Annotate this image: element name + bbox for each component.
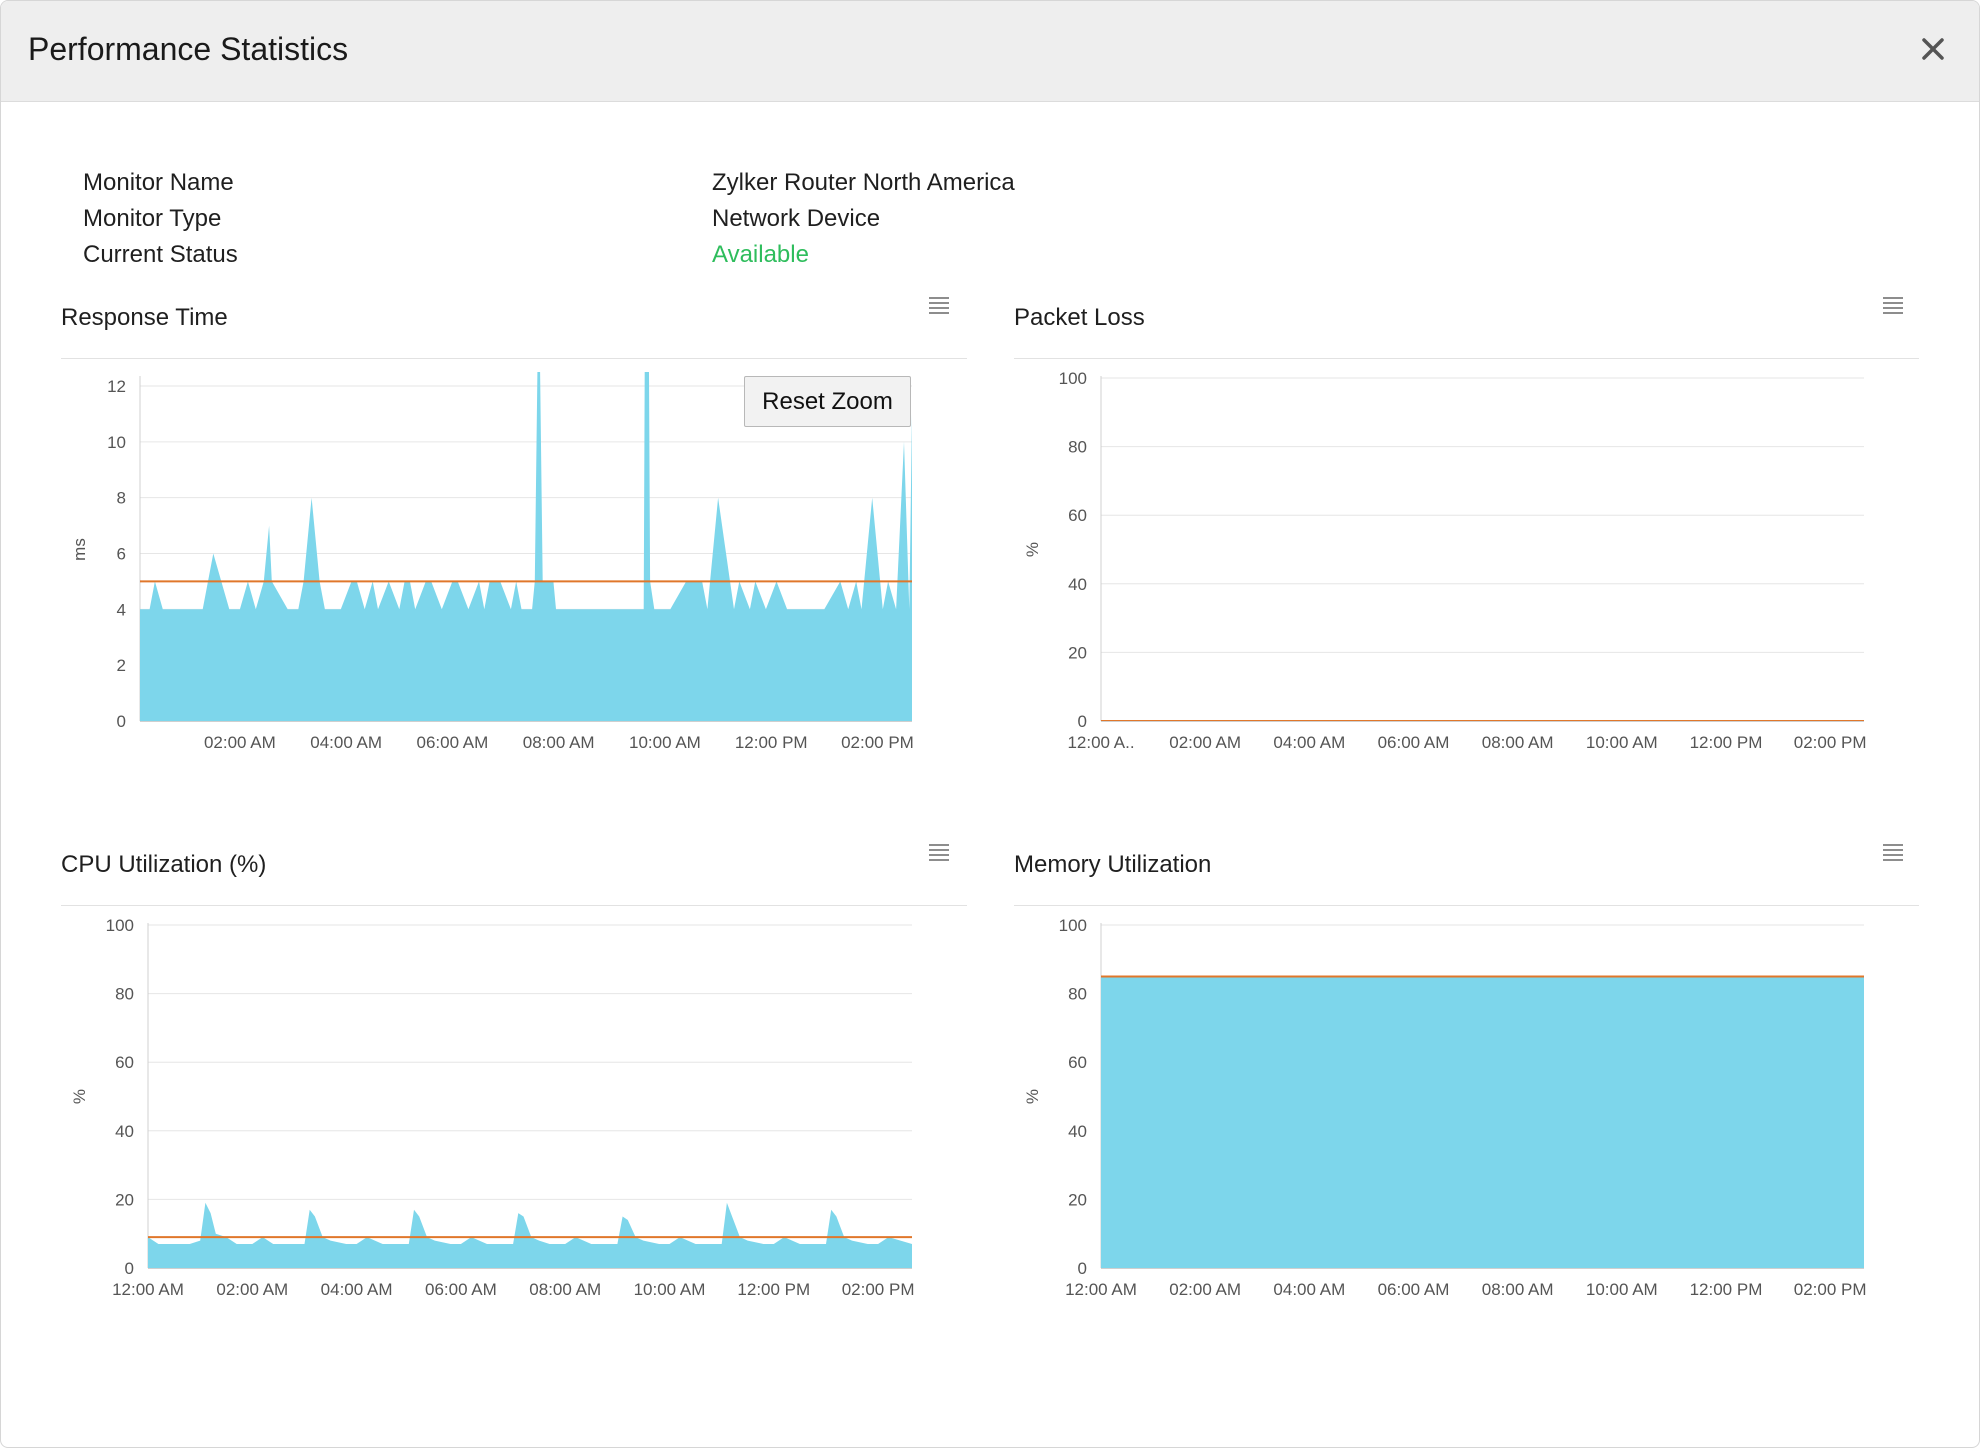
y-axis-label: ms [70, 538, 89, 561]
x-tick-label: 10:00 AM [629, 733, 701, 752]
y-tick-label: 2 [117, 656, 126, 675]
y-tick-label: 100 [106, 916, 134, 935]
y-tick-label: 10 [107, 433, 126, 452]
y-tick-label: 4 [117, 600, 126, 619]
x-tick-label: 02:00 PM [841, 733, 914, 752]
x-tick-label: 06:00 AM [425, 1280, 497, 1299]
y-tick-label: 100 [1059, 369, 1087, 388]
x-tick-label: 06:00 AM [416, 733, 488, 752]
x-tick-label: 12:00 AM [1065, 1280, 1137, 1299]
x-tick-label: 02:00 AM [1169, 1280, 1241, 1299]
x-tick-label: 12:00 AM [112, 1280, 184, 1299]
series-area [1101, 976, 1864, 1268]
y-tick-label: 60 [1068, 506, 1087, 525]
x-tick-label: 02:00 AM [204, 733, 276, 752]
y-tick-label: 6 [117, 545, 126, 564]
y-tick-label: 0 [117, 712, 126, 731]
y-tick-label: 0 [1078, 1259, 1087, 1278]
x-tick-label: 02:00 PM [1794, 1280, 1867, 1299]
y-tick-label: 20 [115, 1190, 134, 1209]
x-tick-label: 04:00 AM [1273, 733, 1345, 752]
x-tick-label: 08:00 AM [529, 1280, 601, 1299]
x-tick-label: 08:00 AM [1482, 733, 1554, 752]
y-axis-label: % [1023, 542, 1042, 557]
x-tick-label: 04:00 AM [1273, 1280, 1345, 1299]
y-tick-label: 100 [1059, 916, 1087, 935]
y-tick-label: 60 [115, 1053, 134, 1072]
x-tick-label: 10:00 AM [634, 1280, 706, 1299]
y-tick-label: 0 [125, 1259, 134, 1278]
y-axis-label: % [70, 1089, 89, 1104]
x-tick-label: 06:00 AM [1378, 1280, 1450, 1299]
series-area [148, 1202, 912, 1268]
x-tick-label: 12:00 PM [1690, 733, 1763, 752]
x-tick-label: 12:00 PM [1690, 1280, 1763, 1299]
y-tick-label: 12 [107, 377, 126, 396]
x-tick-label: 04:00 AM [310, 733, 382, 752]
x-tick-label: 02:00 AM [216, 1280, 288, 1299]
x-tick-label: 10:00 AM [1586, 733, 1658, 752]
x-tick-label: 06:00 AM [1378, 733, 1450, 752]
x-tick-label: 02:00 PM [1794, 733, 1867, 752]
y-tick-label: 20 [1068, 643, 1087, 662]
y-tick-label: 8 [117, 489, 126, 508]
y-tick-label: 40 [115, 1122, 134, 1141]
y-tick-label: 80 [115, 985, 134, 1004]
x-tick-label: 02:00 PM [842, 1280, 915, 1299]
performance-statistics-dialog: Performance Statistics Monitor Name Zylk… [0, 0, 1980, 1448]
x-tick-label: 12:00 PM [735, 733, 808, 752]
y-tick-label: 80 [1068, 985, 1087, 1004]
y-tick-label: 0 [1078, 712, 1087, 731]
x-tick-label: 08:00 AM [1482, 1280, 1554, 1299]
reset-zoom-button[interactable]: Reset Zoom [744, 376, 911, 427]
charts-canvas: 0 2 4 6 8 10 12 ms 02:00 AM 04:00 AM 06:00 AM 08:00… [70, 369, 1867, 1299]
x-tick-label: 10:00 AM [1586, 1280, 1658, 1299]
y-tick-label: 40 [1068, 575, 1087, 594]
x-tick-label: 12:00 A.. [1067, 733, 1134, 752]
y-tick-label: 40 [1068, 1122, 1087, 1141]
x-tick-label: 08:00 AM [523, 733, 595, 752]
y-tick-label: 80 [1068, 438, 1087, 457]
x-tick-label: 04:00 AM [321, 1280, 393, 1299]
y-tick-label: 20 [1068, 1190, 1087, 1209]
x-tick-label: 12:00 PM [737, 1280, 810, 1299]
y-axis-label: % [1023, 1089, 1042, 1104]
y-tick-label: 60 [1068, 1053, 1087, 1072]
x-tick-label: 02:00 AM [1169, 733, 1241, 752]
